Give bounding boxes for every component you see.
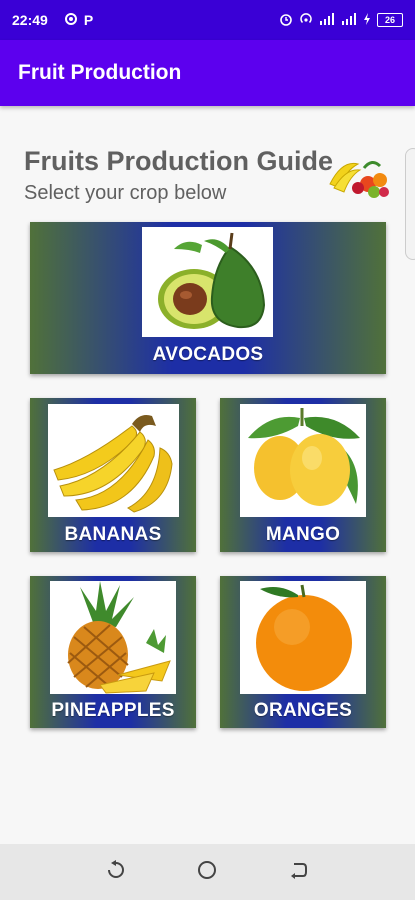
alarm-icon — [279, 12, 293, 29]
crop-card-bananas[interactable]: BANANAS — [30, 398, 196, 552]
settings-icon — [64, 12, 78, 29]
home-icon — [196, 859, 218, 886]
recent-apps-button[interactable] — [96, 852, 136, 892]
status-time: 22:49 — [12, 12, 48, 28]
crop-card-pineapples[interactable]: PINEAPPLES — [30, 576, 196, 728]
orange-image — [240, 581, 366, 694]
signal-icon — [341, 12, 357, 28]
back-button[interactable] — [279, 852, 319, 892]
crop-card-avocados[interactable]: AVOCADOS — [30, 222, 386, 374]
back-icon — [288, 859, 310, 886]
hotspot-icon — [299, 12, 313, 29]
crop-card-oranges[interactable]: ORANGES — [220, 576, 386, 728]
home-button[interactable] — [187, 852, 227, 892]
pineapple-image — [50, 581, 176, 694]
edge-panel-handle[interactable] — [405, 148, 415, 260]
battery-icon: 26 — [377, 13, 403, 27]
crop-label-oranges: ORANGES — [253, 700, 353, 721]
banana-image — [48, 404, 179, 517]
system-nav-bar — [0, 844, 415, 900]
main-content: Fruits Production Guide Select your crop… — [0, 106, 415, 844]
fruit-basket-image — [328, 154, 392, 202]
crop-label-pineapples: PINEAPPLES — [51, 700, 175, 721]
crop-label-bananas: BANANAS — [64, 524, 162, 545]
signal-icon — [319, 12, 335, 28]
charging-icon — [363, 12, 371, 28]
crop-label-avocados: AVOCADOS — [152, 344, 264, 365]
p-app-icon: P — [83, 12, 94, 28]
crop-label-mango: MANGO — [265, 524, 341, 545]
page-title: Fruits Production Guide — [24, 146, 333, 176]
status-bar: 22:49 P 26 — [0, 0, 415, 40]
app-bar: Fruit Production — [0, 40, 415, 106]
crop-card-mango[interactable]: MANGO — [220, 398, 386, 552]
avocado-image — [142, 227, 273, 337]
recent-apps-icon — [105, 859, 127, 886]
app-title: Fruit Production — [18, 61, 182, 84]
page-subtitle: Select your crop below — [24, 182, 227, 204]
mango-image — [240, 404, 366, 517]
